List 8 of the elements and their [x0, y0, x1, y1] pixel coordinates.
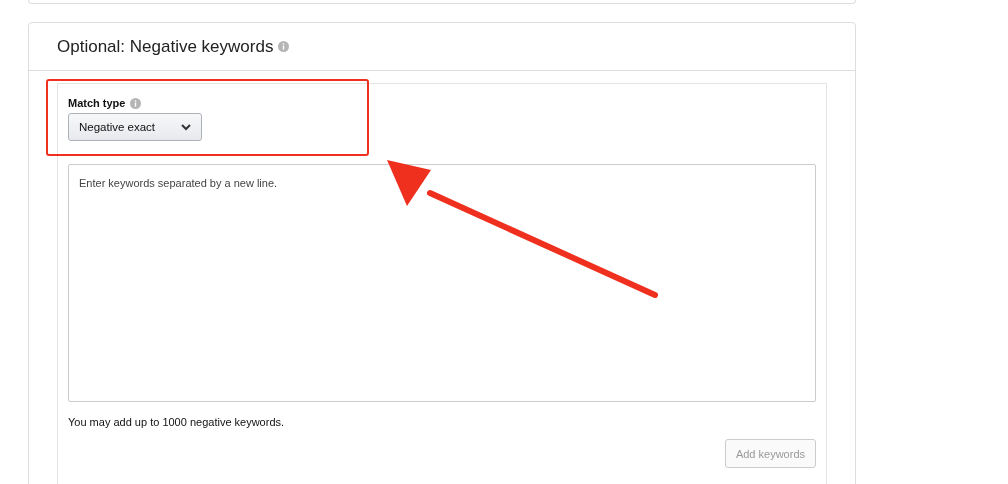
keywords-field[interactable]: Enter keywords separated by a new line. [68, 164, 816, 402]
section-title: Optional: Negative keywords [57, 36, 274, 57]
info-icon [278, 41, 290, 52]
field-label: Match type [68, 97, 126, 109]
info-icon [130, 97, 142, 109]
help-text: You may add up to 1000 negative keywords. [68, 416, 286, 428]
match-type-dropdown[interactable]: Negative exact [68, 113, 202, 141]
caret-icon [181, 123, 191, 131]
